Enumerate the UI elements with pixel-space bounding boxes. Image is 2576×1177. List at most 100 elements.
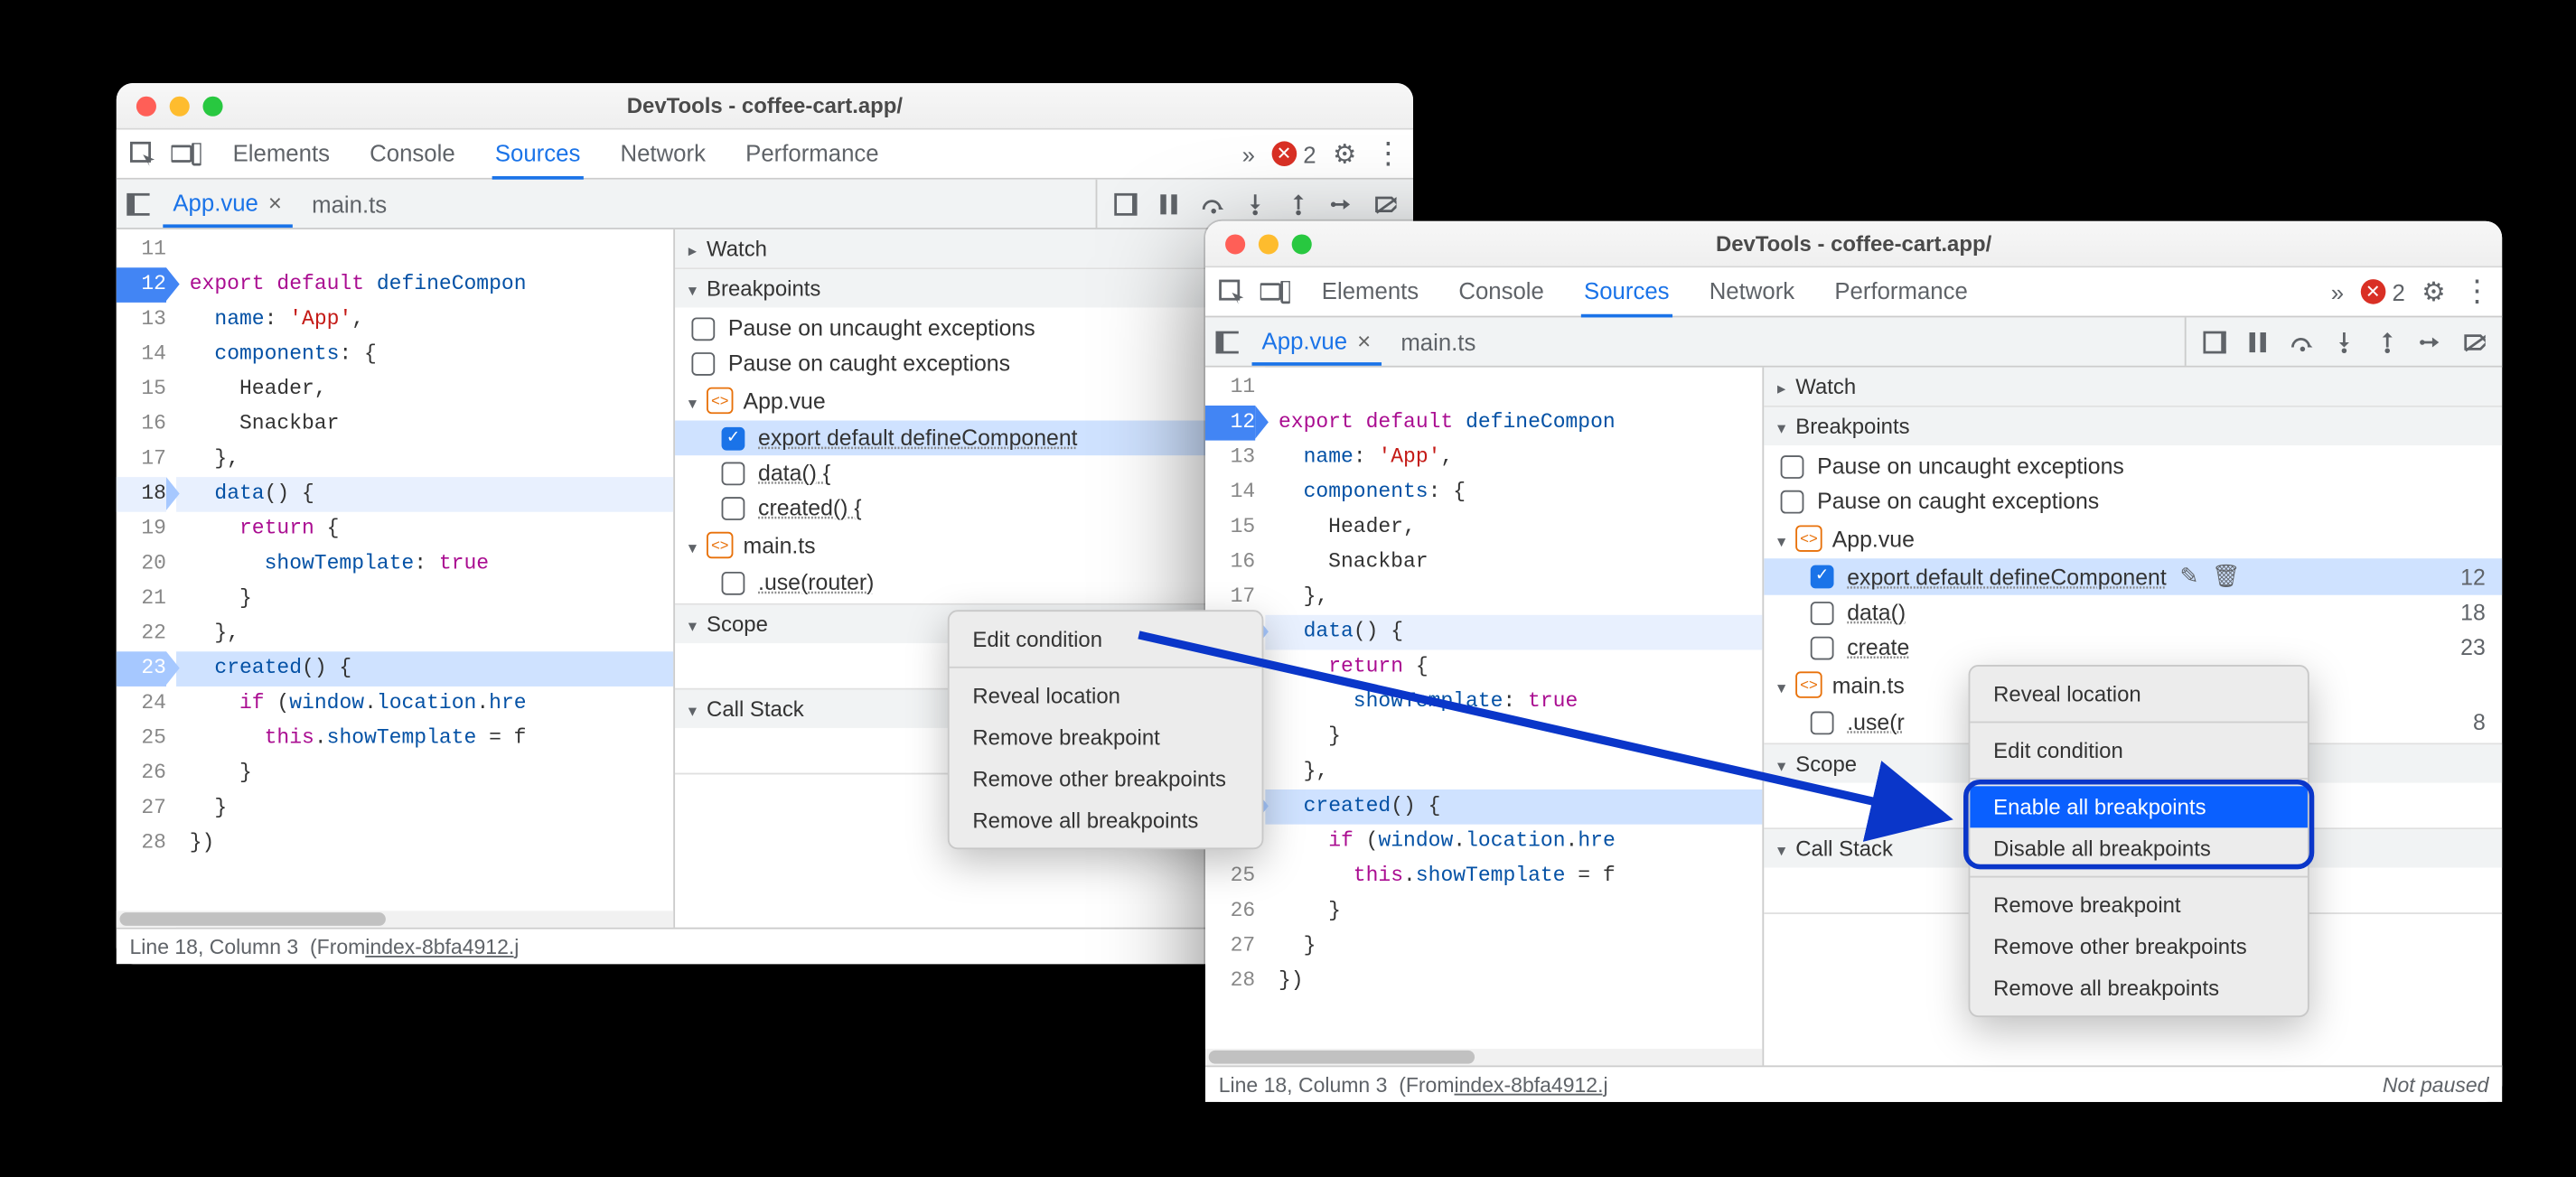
tab-network[interactable]: Network — [1706, 266, 1798, 316]
sourcemap-link[interactable]: index-8bfa4912.j — [1455, 1073, 1608, 1097]
gutter-line[interactable]: 18 — [117, 477, 166, 512]
code-line[interactable]: Snackbar — [1265, 546, 1762, 581]
filetab-maints[interactable]: main.ts — [1391, 320, 1485, 363]
code-line[interactable]: name: 'App', — [176, 303, 673, 338]
gutter-line[interactable]: 15 — [117, 372, 166, 407]
gutter-line[interactable]: 28 — [1205, 964, 1255, 999]
code-line[interactable]: } — [176, 791, 673, 827]
tab-performance[interactable]: Performance — [1831, 266, 1972, 316]
code-line[interactable]: } — [1265, 894, 1762, 929]
gutter-line[interactable]: 24 — [117, 687, 166, 722]
chevron-down-icon[interactable] — [1777, 414, 1785, 439]
chevron-down-icon[interactable] — [688, 388, 697, 414]
pause-icon[interactable] — [1157, 192, 1181, 216]
code-line[interactable]: if (window.location.hre — [176, 687, 673, 722]
kebab-icon[interactable] — [1373, 136, 1403, 172]
checkbox-icon[interactable] — [1811, 565, 1834, 589]
code-line[interactable]: export default defineCompon — [176, 267, 673, 303]
gutter-line[interactable]: 19 — [117, 512, 166, 547]
code-line[interactable]: created() { — [1265, 789, 1762, 825]
code-line[interactable]: data() { — [1265, 615, 1762, 650]
ctx-enable-all-breakpoints[interactable]: Enable all breakpoints — [1970, 786, 2308, 827]
chevron-down-icon[interactable] — [1777, 836, 1785, 862]
gutter-line[interactable]: 26 — [1205, 894, 1255, 929]
filetab-maints[interactable]: main.ts — [302, 182, 397, 225]
chevron-down-icon[interactable] — [688, 276, 697, 301]
code-line[interactable]: } — [1265, 720, 1762, 755]
checkbox-icon[interactable] — [1781, 490, 1804, 513]
watch-header[interactable]: Watch — [1795, 374, 1856, 399]
code-line[interactable]: this.showTemplate = f — [1265, 859, 1762, 894]
gutter-line[interactable]: 11 — [117, 233, 166, 268]
chevron-down-icon[interactable] — [1777, 672, 1785, 697]
tab-sources[interactable]: Sources — [1580, 266, 1672, 316]
code-line[interactable]: }, — [1265, 580, 1762, 615]
error-badge[interactable]: ✕2 — [1271, 140, 1316, 166]
code-line[interactable]: showTemplate: true — [1265, 685, 1762, 720]
scope-header[interactable]: Scope — [707, 612, 768, 637]
code-line[interactable]: } — [176, 756, 673, 791]
gutter-line[interactable]: 20 — [117, 546, 166, 582]
gutter-line[interactable]: 25 — [117, 722, 166, 757]
gutter-line[interactable]: 12 — [1205, 406, 1255, 441]
breakpoint-file-group[interactable]: <>App.vue — [1764, 518, 2502, 558]
step-into-icon[interactable] — [2333, 330, 2356, 353]
filetab-appvue[interactable]: App.vue× — [1252, 318, 1382, 365]
ctx-remove-other-breakpoints[interactable]: Remove other breakpoints — [1970, 926, 2308, 967]
chevron-down-icon[interactable] — [688, 533, 697, 558]
code-line[interactable]: } — [176, 582, 673, 617]
pause-caught-row[interactable]: Pause on caught exceptions — [1764, 483, 2502, 518]
code-line[interactable]: }) — [1265, 964, 1762, 999]
ctx-remove-breakpoint[interactable]: Remove breakpoint — [950, 716, 1262, 758]
checkbox-icon[interactable] — [691, 317, 715, 341]
chevron-down-icon[interactable] — [688, 696, 697, 722]
code-line[interactable]: }, — [1265, 754, 1762, 789]
close-icon[interactable]: × — [268, 189, 282, 215]
code-line[interactable]: } — [1265, 929, 1762, 965]
ctx-reveal-location[interactable]: Reveal location — [950, 675, 1262, 716]
inspect-icon[interactable] — [1215, 278, 1249, 304]
checkbox-icon[interactable] — [722, 571, 745, 594]
gutter-line[interactable]: 14 — [117, 338, 166, 373]
tab-elements[interactable]: Elements — [1318, 266, 1422, 316]
checkbox-icon[interactable] — [722, 496, 745, 519]
breakpoint-row[interactable]: export default defineComponent✎🗑12 — [1764, 558, 2502, 594]
breakpoint-row[interactable]: create23 — [1764, 630, 2502, 665]
ctx-remove-breakpoint[interactable]: Remove breakpoint — [1970, 884, 2308, 926]
tab-sources[interactable]: Sources — [492, 129, 584, 179]
code-line[interactable]: return { — [176, 512, 673, 547]
step-over-icon[interactable] — [1200, 192, 1223, 216]
code-line[interactable]: return { — [1265, 649, 1762, 685]
pause-icon[interactable] — [2246, 330, 2270, 353]
checkbox-icon[interactable] — [691, 351, 715, 375]
navigator-toggle-icon[interactable] — [1215, 330, 1239, 353]
gutter-line[interactable]: 13 — [1205, 441, 1255, 476]
code-line[interactable] — [1265, 370, 1762, 406]
horizontal-scrollbar[interactable] — [117, 911, 673, 927]
deactivate-bp-icon[interactable] — [1373, 192, 1397, 216]
code-line[interactable]: showTemplate: true — [176, 546, 673, 582]
step-out-icon[interactable] — [1287, 192, 1310, 216]
code-line[interactable]: Header, — [1265, 510, 1762, 546]
code-line[interactable]: }, — [176, 442, 673, 477]
delete-icon[interactable]: 🗑 — [2212, 564, 2241, 590]
code-line[interactable]: Snackbar — [176, 407, 673, 443]
chevron-down-icon[interactable] — [688, 612, 697, 637]
context-menu[interactable]: Edit condition Reveal location Remove br… — [948, 610, 1264, 849]
debugger-toggle-icon[interactable] — [1114, 192, 1138, 216]
ctx-disable-all-breakpoints[interactable]: Disable all breakpoints — [1970, 827, 2308, 869]
ctx-edit-condition[interactable]: Edit condition — [1970, 730, 2308, 771]
chevron-right-icon[interactable] — [1777, 374, 1785, 399]
checkbox-icon[interactable] — [722, 462, 745, 485]
code-line[interactable]: Header, — [176, 372, 673, 407]
scope-header[interactable]: Scope — [1795, 752, 1857, 777]
gutter-line[interactable]: 27 — [117, 791, 166, 827]
ctx-reveal-location[interactable]: Reveal location — [1970, 673, 2308, 715]
chevron-down-icon[interactable] — [1777, 526, 1785, 551]
gutter-line[interactable]: 28 — [117, 826, 166, 861]
tab-console[interactable]: Console — [366, 129, 458, 179]
device-icon[interactable] — [170, 142, 203, 165]
code-line[interactable]: export default defineCompon — [1265, 406, 1762, 441]
gutter-line[interactable]: 17 — [117, 442, 166, 477]
gutter-line[interactable]: 11 — [1205, 370, 1255, 406]
